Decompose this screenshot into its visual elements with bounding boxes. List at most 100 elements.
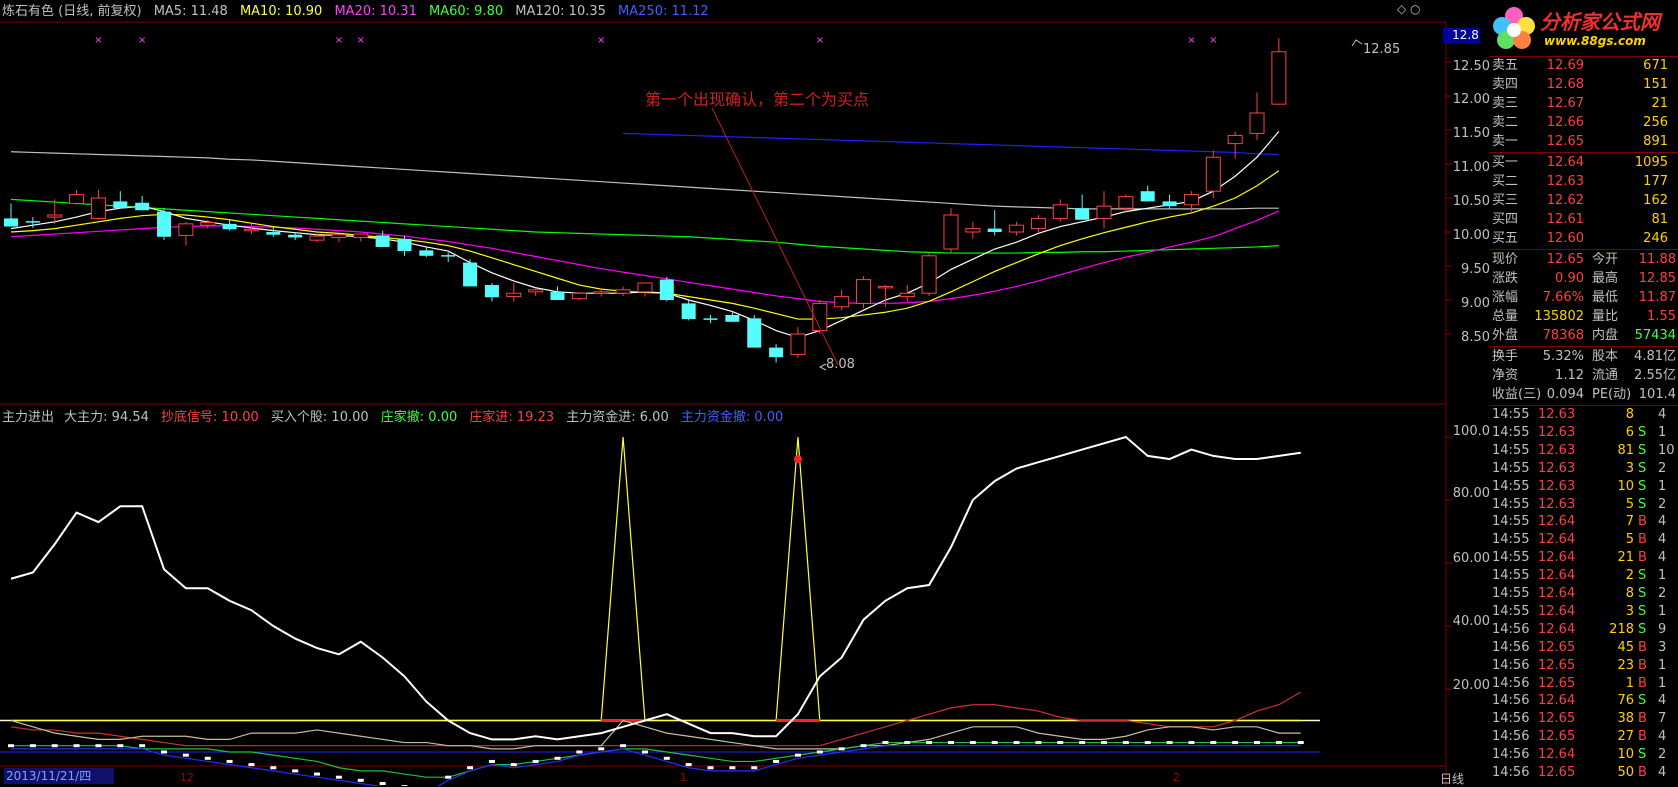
tick-list[interactable]: 14:55 12.63 8 4 14:55 12.63 6 S 1 14:55 12.63 81 S 10… xyxy=(1490,407,1678,785)
big-main-force-line xyxy=(10,435,1301,741)
indicator-dot xyxy=(226,759,233,763)
month-label: 2 xyxy=(1173,771,1180,784)
candle-body-up xyxy=(834,296,850,308)
ma120-label: MA120: 10.35 xyxy=(515,4,606,19)
indicator-dot xyxy=(1101,741,1107,745)
indicator-axis-label: 60.00 xyxy=(1452,551,1490,566)
candle-body-down xyxy=(25,221,40,223)
indicator-dot xyxy=(773,759,780,763)
indicator-dot xyxy=(816,750,823,754)
indicator-dot xyxy=(8,744,14,748)
ask-row: 卖一 12.65 891 xyxy=(1492,134,1668,149)
candle-body-up xyxy=(921,255,937,294)
candle-body-up xyxy=(309,235,325,241)
candle-body-up xyxy=(637,282,653,293)
candle-body-down xyxy=(463,262,478,287)
period-label[interactable]: 日线 xyxy=(1440,770,1464,787)
candle-body-down xyxy=(769,347,784,358)
logo-url: www.88gs.com xyxy=(1544,34,1646,48)
indicator-dot xyxy=(991,741,998,745)
site-logo: 分析家公式网 www.88gs.com xyxy=(1480,0,1678,56)
bid-row: 买三 12.62 162 xyxy=(1492,193,1668,208)
indicator-dot xyxy=(314,772,321,776)
indicator-dot xyxy=(248,763,255,767)
candle-body-up xyxy=(178,223,194,236)
indicator-dot xyxy=(947,741,954,745)
bottom-signal-label: 抄底信号: 10.00 xyxy=(161,410,259,425)
indicator-dot xyxy=(1057,741,1064,745)
candle-body-up xyxy=(615,289,631,294)
candle-body-up xyxy=(943,214,959,250)
candle-body-up xyxy=(571,292,587,300)
price-axis-label: 11.00 xyxy=(1452,160,1490,175)
ask-row: 卖五 12.69 671 xyxy=(1492,58,1668,73)
ma10-label: MA10: 10.90 xyxy=(239,4,323,19)
signal-x-marker: × xyxy=(1209,35,1217,46)
indicator-axis-label: 80.00 xyxy=(1452,486,1490,501)
month-label: 1 xyxy=(680,771,687,784)
dealer-in-line xyxy=(10,691,1302,747)
candle-body-up xyxy=(506,292,522,298)
price-axis-label: 12.50 xyxy=(1452,59,1490,74)
indicator-dot xyxy=(1210,741,1217,745)
candle-body-down xyxy=(4,218,18,227)
indicator-dot xyxy=(685,763,692,767)
candle-body-up xyxy=(1096,205,1112,219)
candle-body-down xyxy=(703,318,718,320)
bid-row: 买一 12.64 1095 xyxy=(1492,155,1668,170)
dealer-in-label: 庄家进: 19.23 xyxy=(469,410,555,425)
indicator-dot xyxy=(707,766,714,770)
indicator-dot xyxy=(1122,741,1129,745)
indicator-dot xyxy=(751,766,758,770)
price-axis-label: 9.50 xyxy=(1461,262,1490,277)
indicator-dot xyxy=(641,750,648,754)
price-axis-label: 10.00 xyxy=(1452,228,1490,243)
indicator-dot xyxy=(1035,741,1042,745)
big-main-force-label: 大主力: 94.54 xyxy=(64,410,149,425)
ma250-line xyxy=(623,132,1279,156)
candle-body-down xyxy=(550,291,565,300)
indicator-dot xyxy=(904,741,911,745)
candle-body-up xyxy=(1183,194,1199,206)
indicator-dot xyxy=(29,744,36,748)
ask-row: 卖三 12.67 21 xyxy=(1492,96,1668,111)
indicator-dot xyxy=(860,744,867,748)
indicator-axis-label: 40.00 xyxy=(1452,614,1490,629)
indicator-dot xyxy=(335,775,342,779)
candle-body-up xyxy=(1227,134,1243,145)
indicator-dot xyxy=(510,763,517,767)
price-axis-label: 9.00 xyxy=(1461,296,1490,311)
candle-body-up xyxy=(1249,112,1265,134)
window-controls[interactable]: ◇ ○ xyxy=(1397,2,1421,16)
main-in-label: 主力资金进: 6.00 xyxy=(566,410,669,425)
bid-row: 买二 12.63 177 xyxy=(1492,174,1668,189)
ask-row: 卖四 12.68 151 xyxy=(1492,77,1668,92)
indicator-dot xyxy=(1188,741,1195,745)
indicator-dot xyxy=(598,747,605,751)
indicator-name: 主力进出 xyxy=(2,410,55,425)
candle-body-up xyxy=(1030,217,1046,230)
ma60-label: MA60: 9.80 xyxy=(429,4,504,19)
indicator-dot xyxy=(1254,741,1261,745)
indicator-dot xyxy=(204,756,211,760)
bid-row: 买五 12.60 246 xyxy=(1492,231,1668,246)
stock-title: 炼石有色 (日线, 前复权) xyxy=(2,4,142,19)
indicator-dot xyxy=(51,744,58,748)
signal-x-marker: × xyxy=(816,35,824,46)
stat-row: 涨幅 7.66% 最低 11.87 xyxy=(1492,290,1676,305)
dealer-out-label: 庄家撤: 0.00 xyxy=(380,410,458,425)
ma10-line xyxy=(10,170,1280,320)
candle-body-up xyxy=(899,292,915,298)
candle-body-down xyxy=(1162,201,1177,207)
indicator-dot xyxy=(838,747,845,751)
stat-row: 净资 1.12 流通 2.55亿 xyxy=(1492,368,1676,383)
chart-canvas: × × × × × × × × xyxy=(0,21,1452,786)
indicator-dot xyxy=(729,766,736,770)
candle-body-up xyxy=(790,333,806,355)
candle-body-down xyxy=(419,250,434,256)
candle-body-down xyxy=(659,279,674,300)
price-chart-header: 炼石有色 (日线, 前复权) MA5: 11.48 MA10: 10.90 MA… xyxy=(2,4,717,20)
candle-body-up xyxy=(90,197,106,219)
indicator-dot xyxy=(270,766,277,770)
candle-body-down xyxy=(1075,208,1090,220)
